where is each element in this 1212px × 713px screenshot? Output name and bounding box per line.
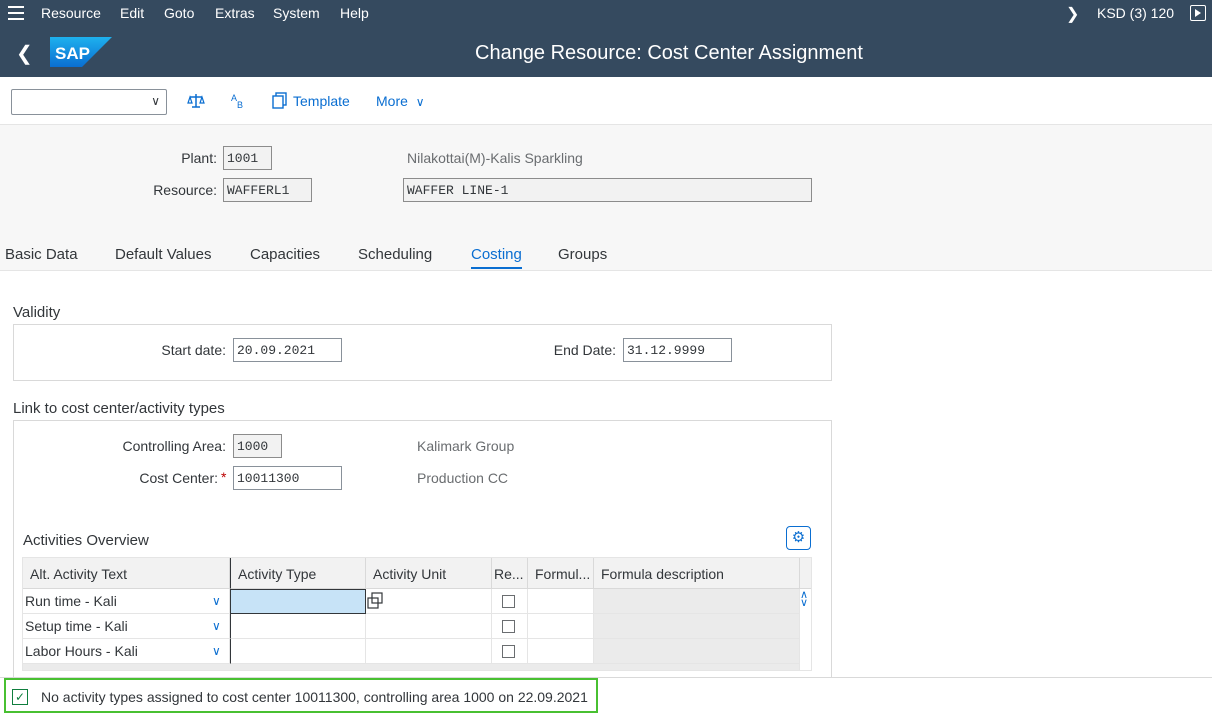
activities-table: Alt. Activity Text Activity Type Activit… <box>22 557 812 671</box>
title-bar: ❮ SAP Change Resource: Cost Center Assig… <box>0 28 1212 77</box>
menu-extras[interactable]: Extras <box>215 5 255 21</box>
template-button[interactable]: Template <box>293 93 350 109</box>
formula-input[interactable] <box>528 639 594 664</box>
menu-help[interactable]: Help <box>340 5 369 21</box>
col-activity-unit[interactable]: Activity Unit <box>366 558 492 589</box>
activity-unit-input[interactable] <box>366 589 492 614</box>
menu-goto[interactable]: Goto <box>164 5 194 21</box>
formula-input[interactable] <box>528 614 594 639</box>
cost-center-field[interactable]: 10011300 <box>233 466 342 490</box>
required-indicator: * <box>221 469 227 485</box>
menu-edit[interactable]: Edit <box>120 5 144 21</box>
plant-text: Nilakottai(M)-Kalis Sparkling <box>407 150 583 166</box>
tab-groups[interactable]: Groups <box>558 246 607 263</box>
menu-resource[interactable]: Resource <box>41 5 101 21</box>
re-checkbox[interactable] <box>502 645 515 658</box>
value-help-icon[interactable] <box>367 592 383 610</box>
tab-default-values[interactable]: Default Values <box>115 246 211 263</box>
play-icon[interactable] <box>1190 5 1206 21</box>
validity-title: Validity <box>13 304 61 321</box>
tab-costing[interactable]: Costing <box>471 246 522 269</box>
formula-description-cell <box>594 639 800 664</box>
tab-capacities[interactable]: Capacities <box>250 246 320 263</box>
balance-icon[interactable] <box>187 92 205 110</box>
col-scroll-header <box>800 558 811 589</box>
chevron-down-icon[interactable]: ∨ <box>212 619 221 633</box>
controlling-area-text: Kalimark Group <box>417 438 515 454</box>
translate-icon[interactable]: A B <box>230 92 246 110</box>
table-row[interactable]: Setup time - Kali <box>23 614 230 639</box>
plant-label: Plant: <box>181 150 217 166</box>
link-title: Link to cost center/activity types <box>13 400 225 417</box>
end-date-label: End Date: <box>553 342 616 358</box>
controlling-area-label: Controlling Area: <box>122 438 226 454</box>
plant-field[interactable]: 1001 <box>223 146 272 170</box>
more-button[interactable]: More ∨ <box>376 93 425 109</box>
toolbar: ∨ A B Template More ∨ <box>0 77 1212 125</box>
cost-center-label: Cost Center: <box>139 470 218 486</box>
start-date-field[interactable]: 20.09.2021 <box>233 338 342 362</box>
col-activity-type[interactable]: Activity Type <box>230 558 366 589</box>
chevron-right-icon[interactable]: ❯ <box>1066 4 1079 24</box>
page-title: Change Resource: Cost Center Assignment <box>475 42 863 64</box>
template-icon[interactable] <box>272 92 288 110</box>
chevron-down-icon: ∨ <box>415 95 425 109</box>
svg-text:SAP: SAP <box>55 44 90 63</box>
end-date-field[interactable]: 31.12.9999 <box>623 338 732 362</box>
tab-scheduling[interactable]: Scheduling <box>358 246 432 263</box>
table-row[interactable]: Labor Hours - Kali <box>23 639 230 664</box>
alt-activity-text: Run time - Kali <box>25 593 117 609</box>
tab-basic-data[interactable]: Basic Data <box>5 246 78 263</box>
formula-input[interactable] <box>528 589 594 614</box>
activity-type-input[interactable] <box>230 589 366 614</box>
resource-description-field[interactable]: WAFFER LINE-1 <box>403 178 812 202</box>
scroll-arrows-icon[interactable]: ∧ ∨ <box>800 590 808 609</box>
col-alt-activity-text[interactable]: Alt. Activity Text <box>23 558 230 589</box>
col-re[interactable]: Re... <box>492 558 528 589</box>
back-icon[interactable]: ❮ <box>16 41 33 66</box>
controlling-area-field[interactable]: 1000 <box>233 434 282 458</box>
re-checkbox[interactable] <box>502 595 515 608</box>
status-message[interactable]: No activity types assigned to cost cente… <box>41 689 588 705</box>
activity-unit-input[interactable] <box>366 639 492 664</box>
activities-title: Activities Overview <box>23 532 149 549</box>
chevron-down-icon[interactable]: ∨ <box>212 594 221 608</box>
resource-field[interactable]: WAFFERL1 <box>223 178 312 202</box>
menu-system[interactable]: System <box>273 5 320 21</box>
formula-description-cell <box>594 614 800 639</box>
col-formula[interactable]: Formul... <box>528 558 594 589</box>
hamburger-menu-icon[interactable] <box>8 6 24 20</box>
more-label: More <box>376 93 408 109</box>
activity-type-input[interactable] <box>230 614 366 639</box>
activity-unit-input[interactable] <box>366 614 492 639</box>
re-checkbox[interactable] <box>502 620 515 633</box>
menu-bar: Resource Edit Goto Extras System Help ❯ … <box>0 0 1212 28</box>
cost-center-text: Production CC <box>417 470 509 486</box>
chevron-down-icon[interactable]: ∨ <box>212 644 221 658</box>
svg-text:B: B <box>237 100 243 110</box>
system-info: KSD (3) 120 <box>1097 5 1175 21</box>
resource-label: Resource: <box>153 182 217 198</box>
start-date-label: Start date: <box>161 342 226 358</box>
sap-logo: SAP <box>50 37 112 67</box>
col-formula-description[interactable]: Formula description <box>594 558 800 589</box>
formula-description-cell <box>594 589 800 614</box>
chevron-down-icon[interactable]: ∨ <box>151 94 160 108</box>
gear-icon[interactable]: ⚙ <box>786 526 811 550</box>
table-row <box>23 664 800 670</box>
activity-type-input[interactable] <box>230 639 366 664</box>
table-row[interactable]: Run time - Kali <box>23 589 230 614</box>
checkmark-icon[interactable]: ✓ <box>12 689 28 705</box>
command-field[interactable]: ∨ <box>11 89 167 115</box>
alt-activity-text: Labor Hours - Kali <box>25 643 138 659</box>
alt-activity-text: Setup time - Kali <box>25 618 128 634</box>
